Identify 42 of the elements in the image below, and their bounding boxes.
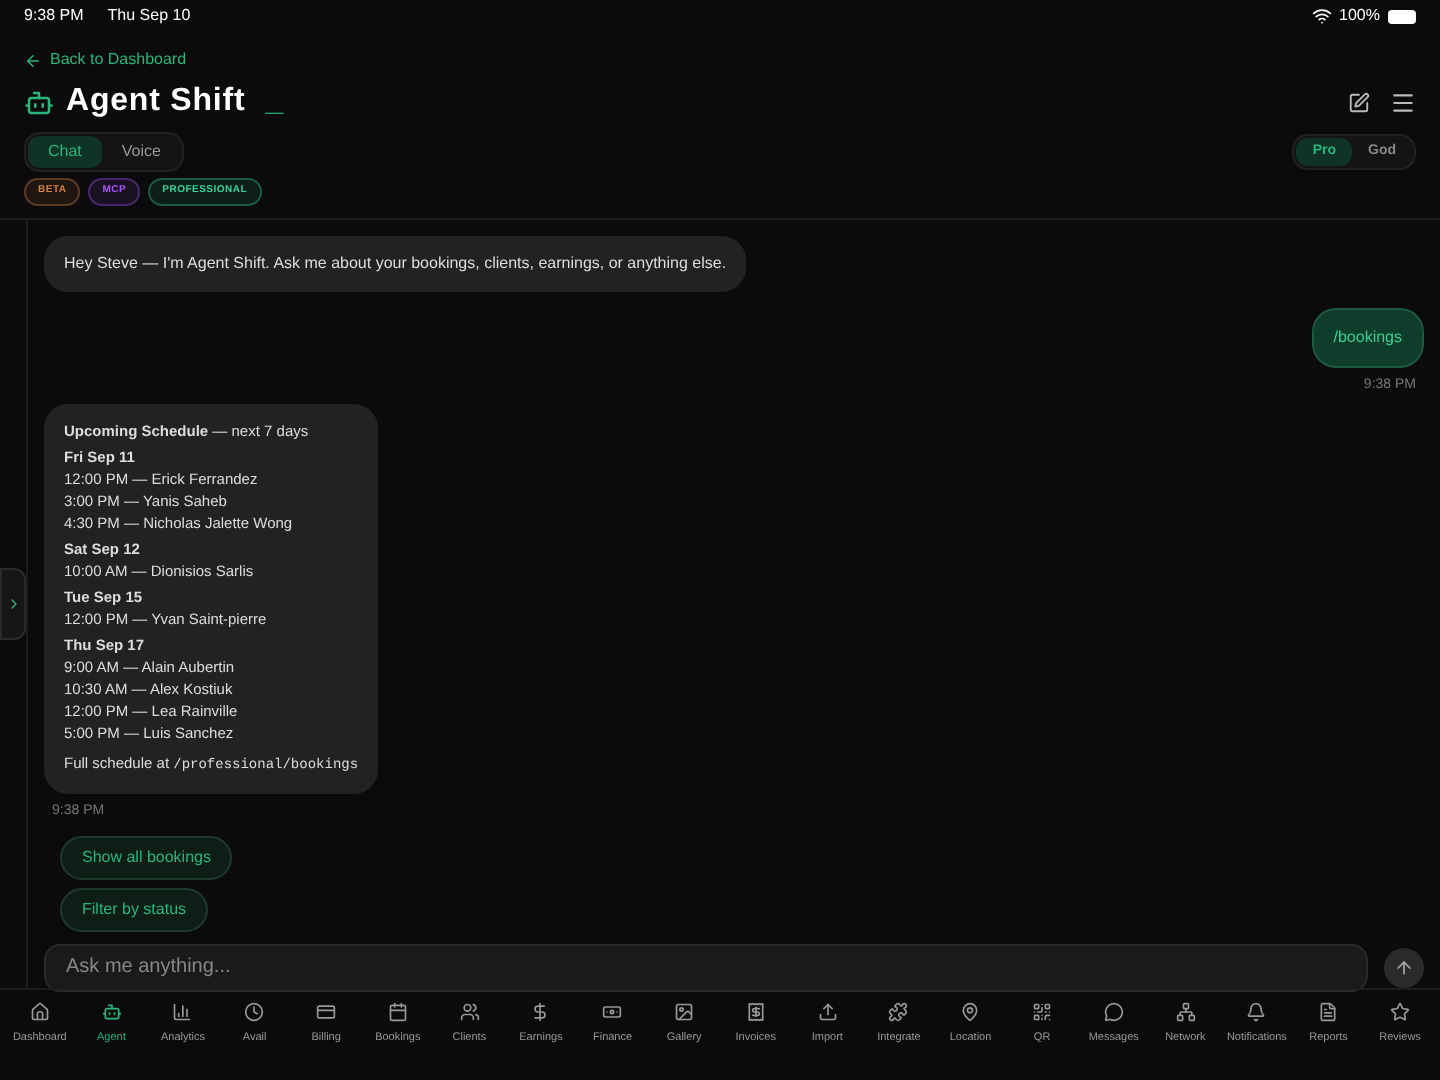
suggestion-chip[interactable]: Show all bookings xyxy=(60,835,233,879)
status-time: 9:38 PM xyxy=(24,4,84,28)
receipt-icon xyxy=(745,1002,766,1022)
robot-icon xyxy=(24,87,54,117)
dollar-icon xyxy=(530,1002,551,1022)
user-message: /bookings xyxy=(1311,307,1424,367)
page-title: Agent Shift xyxy=(66,82,246,122)
robot-icon xyxy=(101,1002,122,1022)
network-icon xyxy=(1175,1002,1196,1022)
mode-tab[interactable]: Voice xyxy=(101,136,181,168)
house-icon xyxy=(29,1002,50,1022)
clock-icon xyxy=(244,1002,265,1022)
people-icon xyxy=(459,1002,480,1022)
bell-icon xyxy=(1246,1002,1267,1022)
map-pin-icon xyxy=(960,1002,981,1022)
battery-icon xyxy=(1388,9,1416,23)
back-arrow-icon xyxy=(24,51,42,69)
calendar-icon xyxy=(387,1002,408,1022)
compose-icon[interactable] xyxy=(1348,91,1370,113)
arrow-up-icon xyxy=(1394,957,1414,977)
menu-icon[interactable] xyxy=(1390,89,1416,115)
bar-chart-icon xyxy=(172,1002,193,1022)
chat-bubble-icon xyxy=(1103,1002,1124,1022)
suggestion-chip[interactable]: Filter by status xyxy=(60,887,209,931)
battery-level: 100% xyxy=(1339,4,1380,28)
title-cursor: _ xyxy=(265,82,284,122)
sidebar-toggle[interactable] xyxy=(0,567,26,640)
back-link[interactable]: Back to Dashboard xyxy=(24,48,1416,72)
document-icon xyxy=(1318,1002,1339,1022)
message-input[interactable]: Ask me anything... xyxy=(44,943,1368,991)
upload-icon xyxy=(817,1002,838,1022)
banknote-icon xyxy=(602,1002,623,1022)
card-icon xyxy=(316,1002,337,1022)
star-icon xyxy=(1390,1002,1411,1022)
agent-message: Hey Steve — I'm Agent Shift. Ask me about your bookings, clients, earnings, or anything else. xyxy=(44,235,747,291)
status-date: Thu Sep 10 xyxy=(107,4,191,28)
image-icon xyxy=(674,1002,695,1022)
puzzle-icon xyxy=(888,1002,909,1022)
wifi-icon xyxy=(1311,6,1332,26)
send-button[interactable] xyxy=(1384,947,1424,987)
qr-code-icon xyxy=(1032,1002,1053,1022)
mode-tab[interactable]: Chat xyxy=(28,136,102,168)
